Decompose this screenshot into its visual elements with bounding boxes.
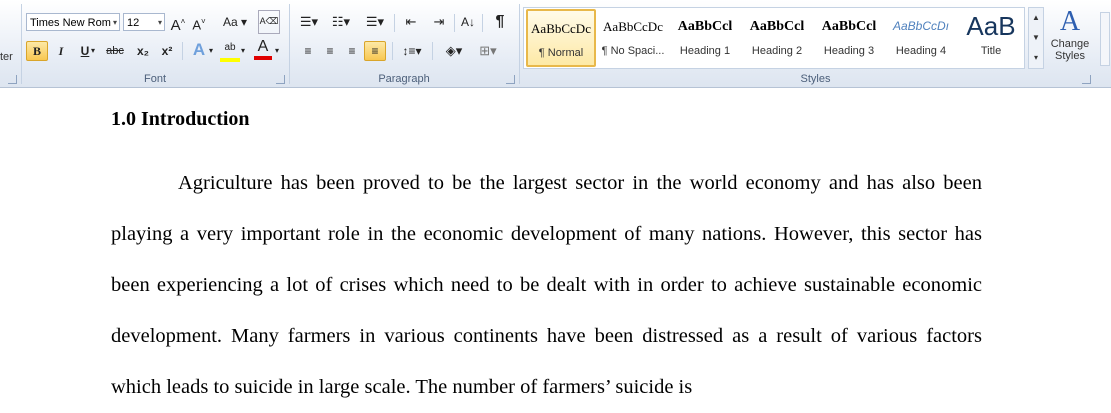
chevron-down-icon: ▾ bbox=[112, 18, 117, 27]
shading-icon[interactable]: ◈▾ bbox=[440, 41, 468, 61]
chevron-down-icon[interactable]: ▾ bbox=[206, 41, 216, 61]
format-painter-label[interactable]: ter bbox=[0, 51, 13, 63]
grow-font-button[interactable]: A˄ bbox=[169, 12, 187, 34]
styles-gallery-scroll[interactable]: ▲ ▼ ▾ bbox=[1028, 7, 1044, 69]
line-spacing-icon[interactable]: ↕≡▾ bbox=[398, 41, 426, 61]
borders-icon[interactable]: ⊞▾ bbox=[474, 41, 502, 61]
bullets-icon[interactable]: ☰▾ bbox=[296, 12, 322, 32]
chevron-down-icon: ▾ bbox=[157, 18, 162, 27]
style-normal[interactable]: AaBbCcDc ¶ Normal bbox=[526, 9, 596, 67]
change-styles-button[interactable]: A Change Styles bbox=[1046, 6, 1094, 70]
ribbon: ter Times New Rom ▾ 12 ▾ A˄ A˅ Aa ▾ A⌫ B I… bbox=[0, 0, 1111, 88]
styles-launcher-icon[interactable] bbox=[1082, 75, 1091, 84]
font-size-select[interactable]: 12 ▾ bbox=[123, 13, 165, 31]
decrease-indent-icon[interactable]: ⇤ bbox=[400, 12, 422, 32]
font-name-select[interactable]: Times New Rom ▾ bbox=[26, 13, 120, 31]
font-launcher-icon[interactable] bbox=[276, 75, 285, 84]
subscript-button[interactable]: x₂ bbox=[132, 41, 154, 61]
sort-icon[interactable]: A↓ bbox=[458, 12, 478, 32]
paragraph-group: ☰▾ ☷▾ ☰▾ ⇤ ⇥ A↓ ¶ ≡ ≡ ≡ ≡ ↕≡▾ ◈▾ ⊞▾ Para… bbox=[290, 0, 518, 87]
justify-icon[interactable]: ≡ bbox=[364, 41, 386, 61]
change-styles-label: Change Styles bbox=[1050, 38, 1090, 62]
bold-button[interactable]: B bbox=[26, 41, 48, 61]
styles-group-label: Styles bbox=[800, 73, 831, 85]
numbering-icon[interactable]: ☷▾ bbox=[328, 12, 354, 32]
styles-gallery: AaBbCcDc ¶ Normal AaBbCcDc ¶ No Spaci...… bbox=[523, 7, 1025, 69]
style-title[interactable]: AaB Title bbox=[958, 9, 1024, 67]
style-heading-3[interactable]: AaBbCcl Heading 3 bbox=[814, 9, 884, 67]
multilevel-list-icon[interactable]: ☰▾ bbox=[362, 12, 388, 32]
increase-indent-icon[interactable]: ⇥ bbox=[428, 12, 450, 32]
shrink-font-button[interactable]: A˅ bbox=[190, 12, 208, 32]
chevron-up-icon[interactable]: ▲ bbox=[1029, 8, 1043, 28]
more-icon[interactable]: ▾ bbox=[1029, 48, 1043, 68]
clipboard-launcher-icon[interactable] bbox=[8, 75, 17, 84]
chevron-down-icon[interactable]: ▼ bbox=[1029, 28, 1043, 48]
style-no-spacing[interactable]: AaBbCcDc ¶ No Spaci... bbox=[598, 9, 668, 67]
align-right-icon[interactable]: ≡ bbox=[342, 41, 362, 61]
strikethrough-button[interactable]: abc bbox=[102, 41, 128, 61]
change-styles-icon: A bbox=[1059, 6, 1081, 37]
clear-formatting-icon[interactable]: A⌫ bbox=[258, 10, 280, 34]
style-heading-2[interactable]: AaBbCcl Heading 2 bbox=[742, 9, 812, 67]
font-group: Times New Rom ▾ 12 ▾ A˄ A˅ Aa ▾ A⌫ B I U ▾… bbox=[22, 0, 288, 87]
align-left-icon[interactable]: ≡ bbox=[298, 41, 318, 61]
chevron-down-icon[interactable]: ▾ bbox=[238, 41, 248, 61]
paragraph-launcher-icon[interactable] bbox=[506, 75, 515, 84]
ribbon-edge bbox=[1100, 12, 1110, 66]
document-heading: 1.0 Introduction bbox=[111, 108, 250, 130]
style-heading-4[interactable]: AaBbCcDı Heading 4 bbox=[886, 9, 956, 67]
superscript-button[interactable]: x² bbox=[156, 41, 178, 61]
document-page[interactable]: 1.0 Introduction Agriculture has been pr… bbox=[0, 88, 1111, 409]
chevron-down-icon[interactable]: ▾ bbox=[88, 41, 98, 61]
change-case-button[interactable]: Aa ▾ bbox=[222, 12, 248, 32]
paragraph-group-label: Paragraph bbox=[378, 73, 430, 85]
font-group-label: Font bbox=[143, 73, 166, 85]
italic-button[interactable]: I bbox=[52, 41, 70, 61]
clipboard-group: ter bbox=[0, 0, 20, 87]
show-formatting-marks-button[interactable]: ¶ bbox=[490, 12, 510, 32]
highlight-color-button[interactable]: ab bbox=[220, 40, 240, 62]
align-center-icon[interactable]: ≡ bbox=[320, 41, 340, 61]
font-color-button[interactable]: A bbox=[254, 38, 272, 60]
chevron-down-icon[interactable]: ▾ bbox=[272, 41, 282, 61]
document-paragraph: Agriculture has been proved to be the la… bbox=[111, 172, 982, 398]
style-heading-1[interactable]: AaBbCcl Heading 1 bbox=[670, 9, 740, 67]
